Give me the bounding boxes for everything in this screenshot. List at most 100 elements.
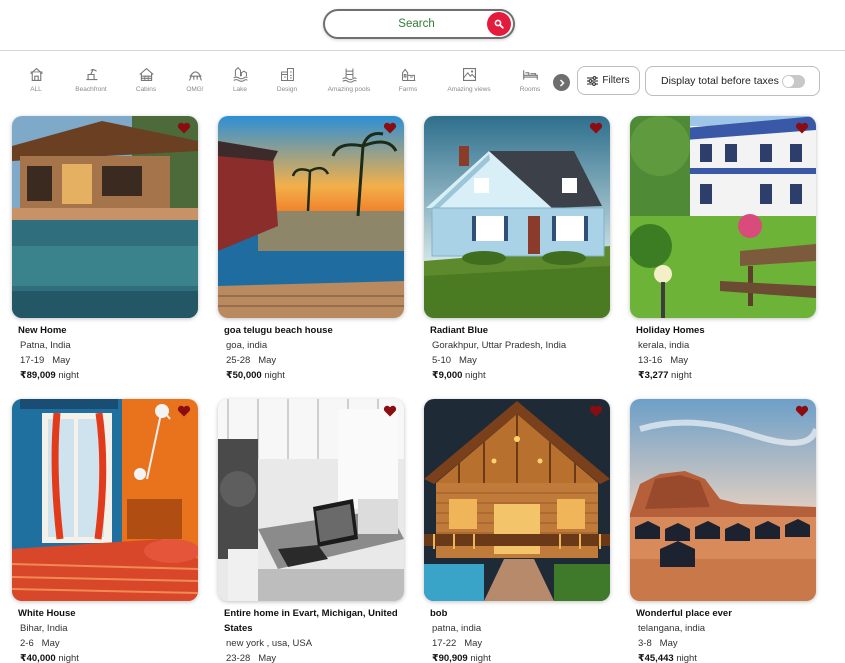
category-rooms[interactable]: Rooms	[500, 66, 560, 98]
category-label: Farms	[398, 86, 418, 93]
listing-photo[interactable]	[630, 399, 816, 601]
ufo-house-icon	[188, 71, 202, 81]
category-label: Beachfront	[75, 86, 107, 93]
category-amazing-pools[interactable]: Amazing pools	[319, 66, 379, 98]
listing-dates: 25-28 May	[224, 353, 404, 368]
listing-card[interactable]: Radiant Blue Gorakhpur, Uttar Pradesh, I…	[424, 116, 610, 383]
date-range: 5-10	[432, 355, 452, 366]
listing-card[interactable]: White House Bihar, India 2-6 May ₹40,000…	[12, 399, 198, 663]
listing-card[interactable]: goa telugu beach house goa, india 25-28 …	[218, 116, 404, 383]
listing-dates: 13-16 May	[636, 353, 816, 368]
favorite-heart-icon[interactable]	[383, 122, 397, 134]
category-label: Rooms	[519, 86, 541, 93]
price-unit: night	[470, 653, 491, 663]
listing-photo[interactable]	[218, 116, 404, 318]
date-month: May	[464, 638, 483, 649]
chevron-right-icon	[559, 78, 565, 87]
listing-photo-image	[424, 399, 610, 601]
date-month: May	[458, 355, 477, 366]
search-icon	[494, 19, 504, 29]
date-range: 17-19	[20, 355, 45, 366]
listing-price: ₹40,000 night	[18, 651, 198, 663]
date-range: 2-6	[20, 638, 34, 649]
price-unit: night	[264, 370, 285, 381]
search-label[interactable]: Search	[325, 11, 508, 37]
listing-card[interactable]: Holiday Homes kerala, india 13-16 May ₹3…	[630, 116, 816, 383]
price-unit: night	[465, 370, 486, 381]
listing-location: new york , usa, USA	[226, 638, 313, 649]
listing-location: Gorakhpur, Uttar Pradesh, India	[432, 340, 567, 351]
favorite-heart-icon[interactable]	[795, 405, 809, 417]
listing-title: Holiday Homes	[636, 325, 705, 336]
listing-photo[interactable]	[630, 116, 816, 318]
category-label: Cabins	[135, 86, 157, 93]
listing-location: Patna, India	[20, 340, 71, 351]
category-label: Amazing views	[447, 86, 491, 93]
category-amazing-views[interactable]: Amazing views	[439, 66, 499, 98]
favorite-heart-icon[interactable]	[383, 405, 397, 417]
view-icon	[462, 67, 476, 82]
listing-card[interactable]: Entire home in Evart, Michigan, United S…	[218, 399, 404, 663]
cabin-icon	[138, 67, 154, 82]
price-amount: ₹9,000	[432, 370, 463, 381]
listing-price: ₹50,000 night	[224, 368, 404, 383]
listing-price: ₹3,277 night	[636, 368, 816, 383]
date-range: 3-8	[638, 638, 652, 649]
listing-photo-image	[630, 116, 816, 318]
listing-price: ₹90,909 night	[430, 651, 610, 663]
category-scroll-next-button[interactable]	[553, 74, 570, 91]
lake-icon	[232, 66, 248, 82]
price-amount: ₹45,443	[638, 653, 674, 663]
favorite-heart-icon[interactable]	[795, 122, 809, 134]
date-month: May	[258, 653, 277, 663]
category-farms[interactable]: Farms	[378, 66, 438, 98]
listing-photo[interactable]	[424, 399, 610, 601]
date-month: May	[670, 355, 689, 366]
listing-title: White House	[18, 608, 76, 619]
listing-card[interactable]: bob patna, india 17-22 May ₹90,909 night	[424, 399, 610, 663]
listing-photo-image	[12, 399, 198, 601]
listing-location: patna, india	[432, 623, 482, 634]
listing-price: ₹89,009 night	[18, 368, 198, 383]
favorite-heart-icon[interactable]	[589, 122, 603, 134]
price-amount: ₹40,000	[20, 653, 56, 663]
filters-button[interactable]: Filters	[577, 66, 640, 95]
listing-title: Entire home in Evart, Michigan, United S…	[224, 608, 398, 634]
listing-location: kerala, india	[638, 340, 690, 351]
listing-dates: 5-10 May	[430, 353, 610, 368]
price-amount: ₹50,000	[226, 370, 262, 381]
listing-photo-image	[424, 116, 610, 318]
price-amount: ₹3,277	[638, 370, 669, 381]
category-design[interactable]: Design	[257, 66, 317, 98]
date-month: May	[258, 355, 277, 366]
listing-title: goa telugu beach house	[224, 325, 333, 336]
category-label: OMG!	[186, 86, 204, 93]
search-bar[interactable]: Search	[323, 9, 515, 39]
display-taxes-control: Display total before taxes	[645, 66, 820, 96]
favorite-heart-icon[interactable]	[177, 122, 191, 134]
favorite-heart-icon[interactable]	[177, 405, 191, 417]
listing-dates: 17-22 May	[430, 636, 610, 651]
favorite-heart-icon[interactable]	[589, 405, 603, 417]
date-range: 23-28	[226, 653, 251, 663]
listing-photo[interactable]	[424, 116, 610, 318]
listing-photo[interactable]	[12, 399, 198, 601]
display-taxes-toggle[interactable]	[782, 75, 805, 88]
listing-title: Radiant Blue	[430, 325, 489, 336]
price-amount: ₹89,009	[20, 370, 56, 381]
listing-photo-image	[12, 116, 198, 318]
category-beachfront[interactable]: Beachfront	[61, 66, 121, 98]
listing-photo[interactable]	[12, 116, 198, 318]
price-unit: night	[676, 653, 697, 663]
listing-location: goa, india	[226, 340, 268, 351]
category-label: Lake	[232, 86, 248, 93]
listing-card[interactable]: Wonderful place ever telangana, india 3-…	[630, 399, 816, 663]
listing-price: ₹9,000 night	[430, 368, 610, 383]
listing-photo[interactable]	[218, 399, 404, 601]
listing-card[interactable]: New Home Patna, India 17-19 May ₹89,009 …	[12, 116, 198, 383]
price-amount: ₹90,909	[432, 653, 468, 663]
category-all[interactable]: ALL	[6, 66, 66, 98]
category-label: Design	[276, 86, 298, 93]
date-range: 17-22	[432, 638, 457, 649]
search-button[interactable]	[487, 12, 511, 36]
